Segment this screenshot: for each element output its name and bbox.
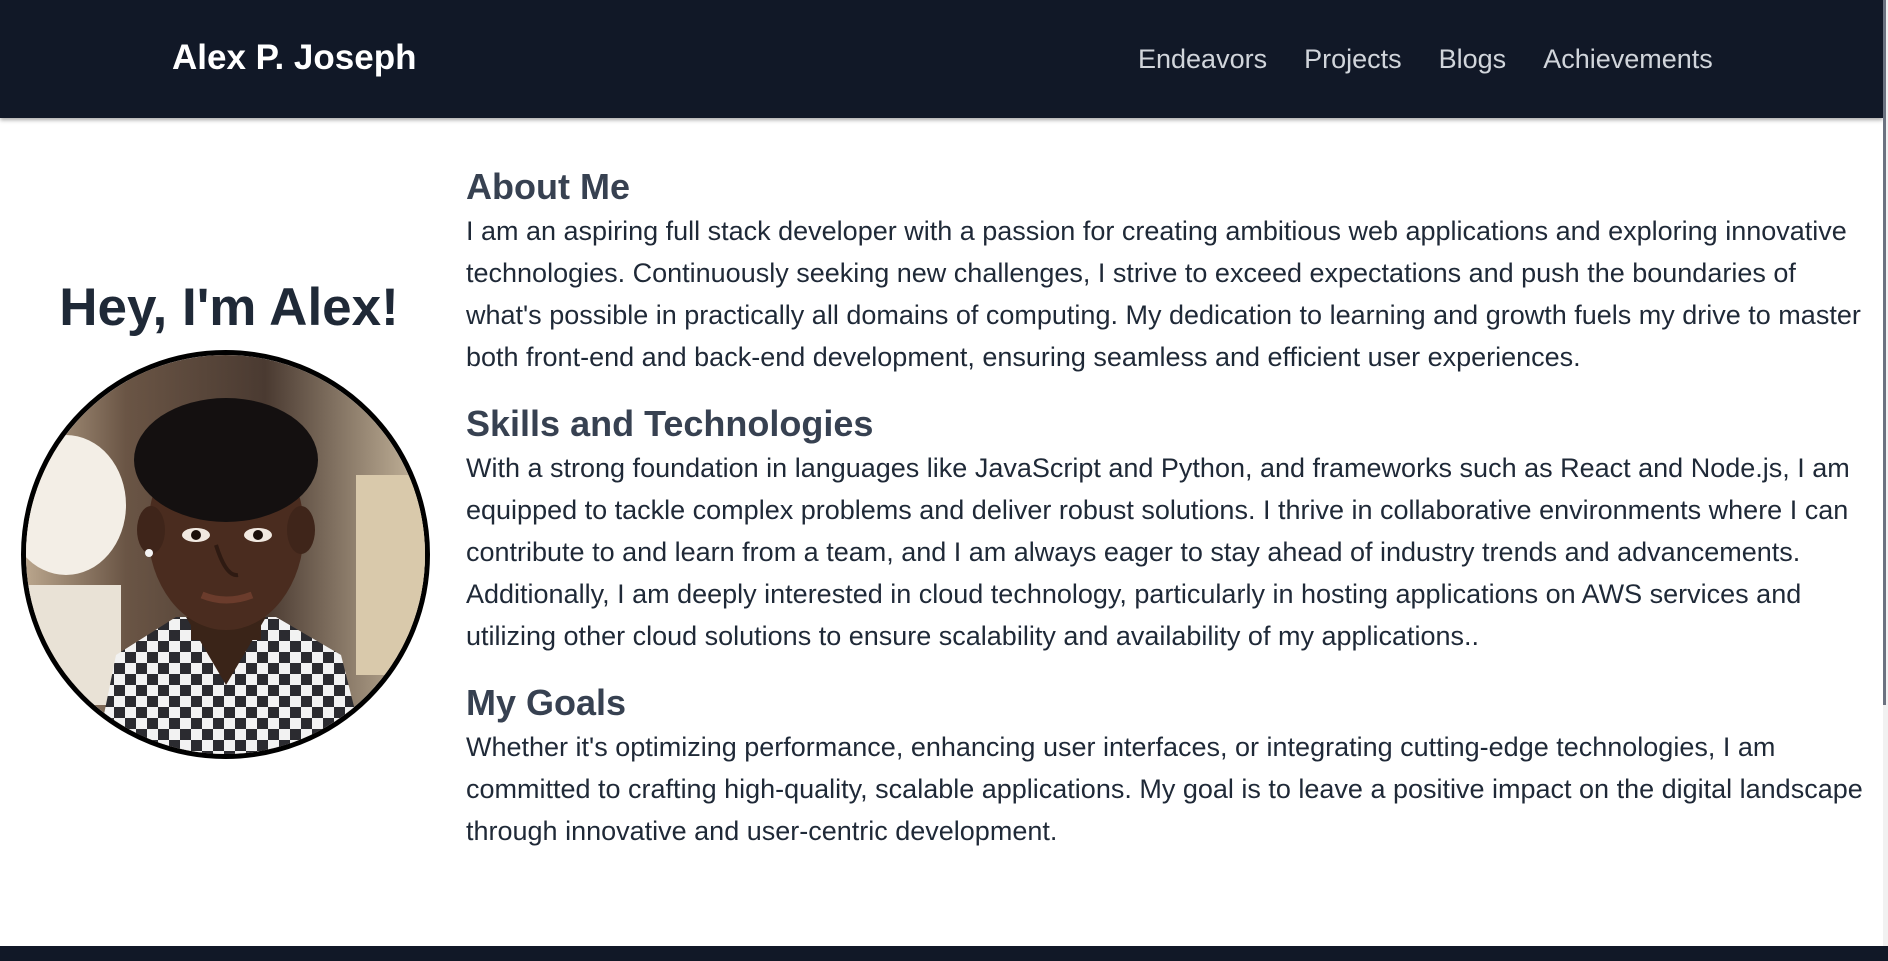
section-heading: My Goals xyxy=(466,682,627,723)
section-text: With a strong foundation in languages li… xyxy=(466,453,1850,651)
content: About Me I am an aspiring full stack dev… xyxy=(466,164,1866,875)
section-text: Whether it's optimizing performance, enh… xyxy=(466,732,1863,846)
section-about: About Me I am an aspiring full stack dev… xyxy=(466,164,1866,378)
avatar xyxy=(21,350,430,759)
nav-link-achievements[interactable]: Achievements xyxy=(1543,41,1713,77)
nav-link-blogs[interactable]: Blogs xyxy=(1439,41,1507,77)
nav-links: Endeavors Projects Blogs Achievements xyxy=(1138,41,1713,77)
section-goals: My Goals Whether it's optimizing perform… xyxy=(466,680,1866,852)
hero-title: Hey, I'm Alex! xyxy=(59,278,399,337)
scrollbar-thumb[interactable] xyxy=(1883,0,1886,705)
section-text: I am an aspiring full stack developer wi… xyxy=(466,216,1861,372)
site-brand[interactable]: Alex P. Joseph xyxy=(172,36,416,80)
page: Alex P. Joseph Endeavors Projects Blogs … xyxy=(0,0,1883,961)
nav-link-endeavors[interactable]: Endeavors xyxy=(1138,41,1267,77)
footer-bar xyxy=(0,946,1888,961)
profile-photo xyxy=(26,355,425,754)
section-heading: About Me xyxy=(466,166,630,207)
section-skills: Skills and Technologies With a strong fo… xyxy=(466,401,1866,657)
section-heading: Skills and Technologies xyxy=(466,403,874,444)
navbar: Alex P. Joseph Endeavors Projects Blogs … xyxy=(0,0,1883,118)
nav-link-projects[interactable]: Projects xyxy=(1304,41,1402,77)
